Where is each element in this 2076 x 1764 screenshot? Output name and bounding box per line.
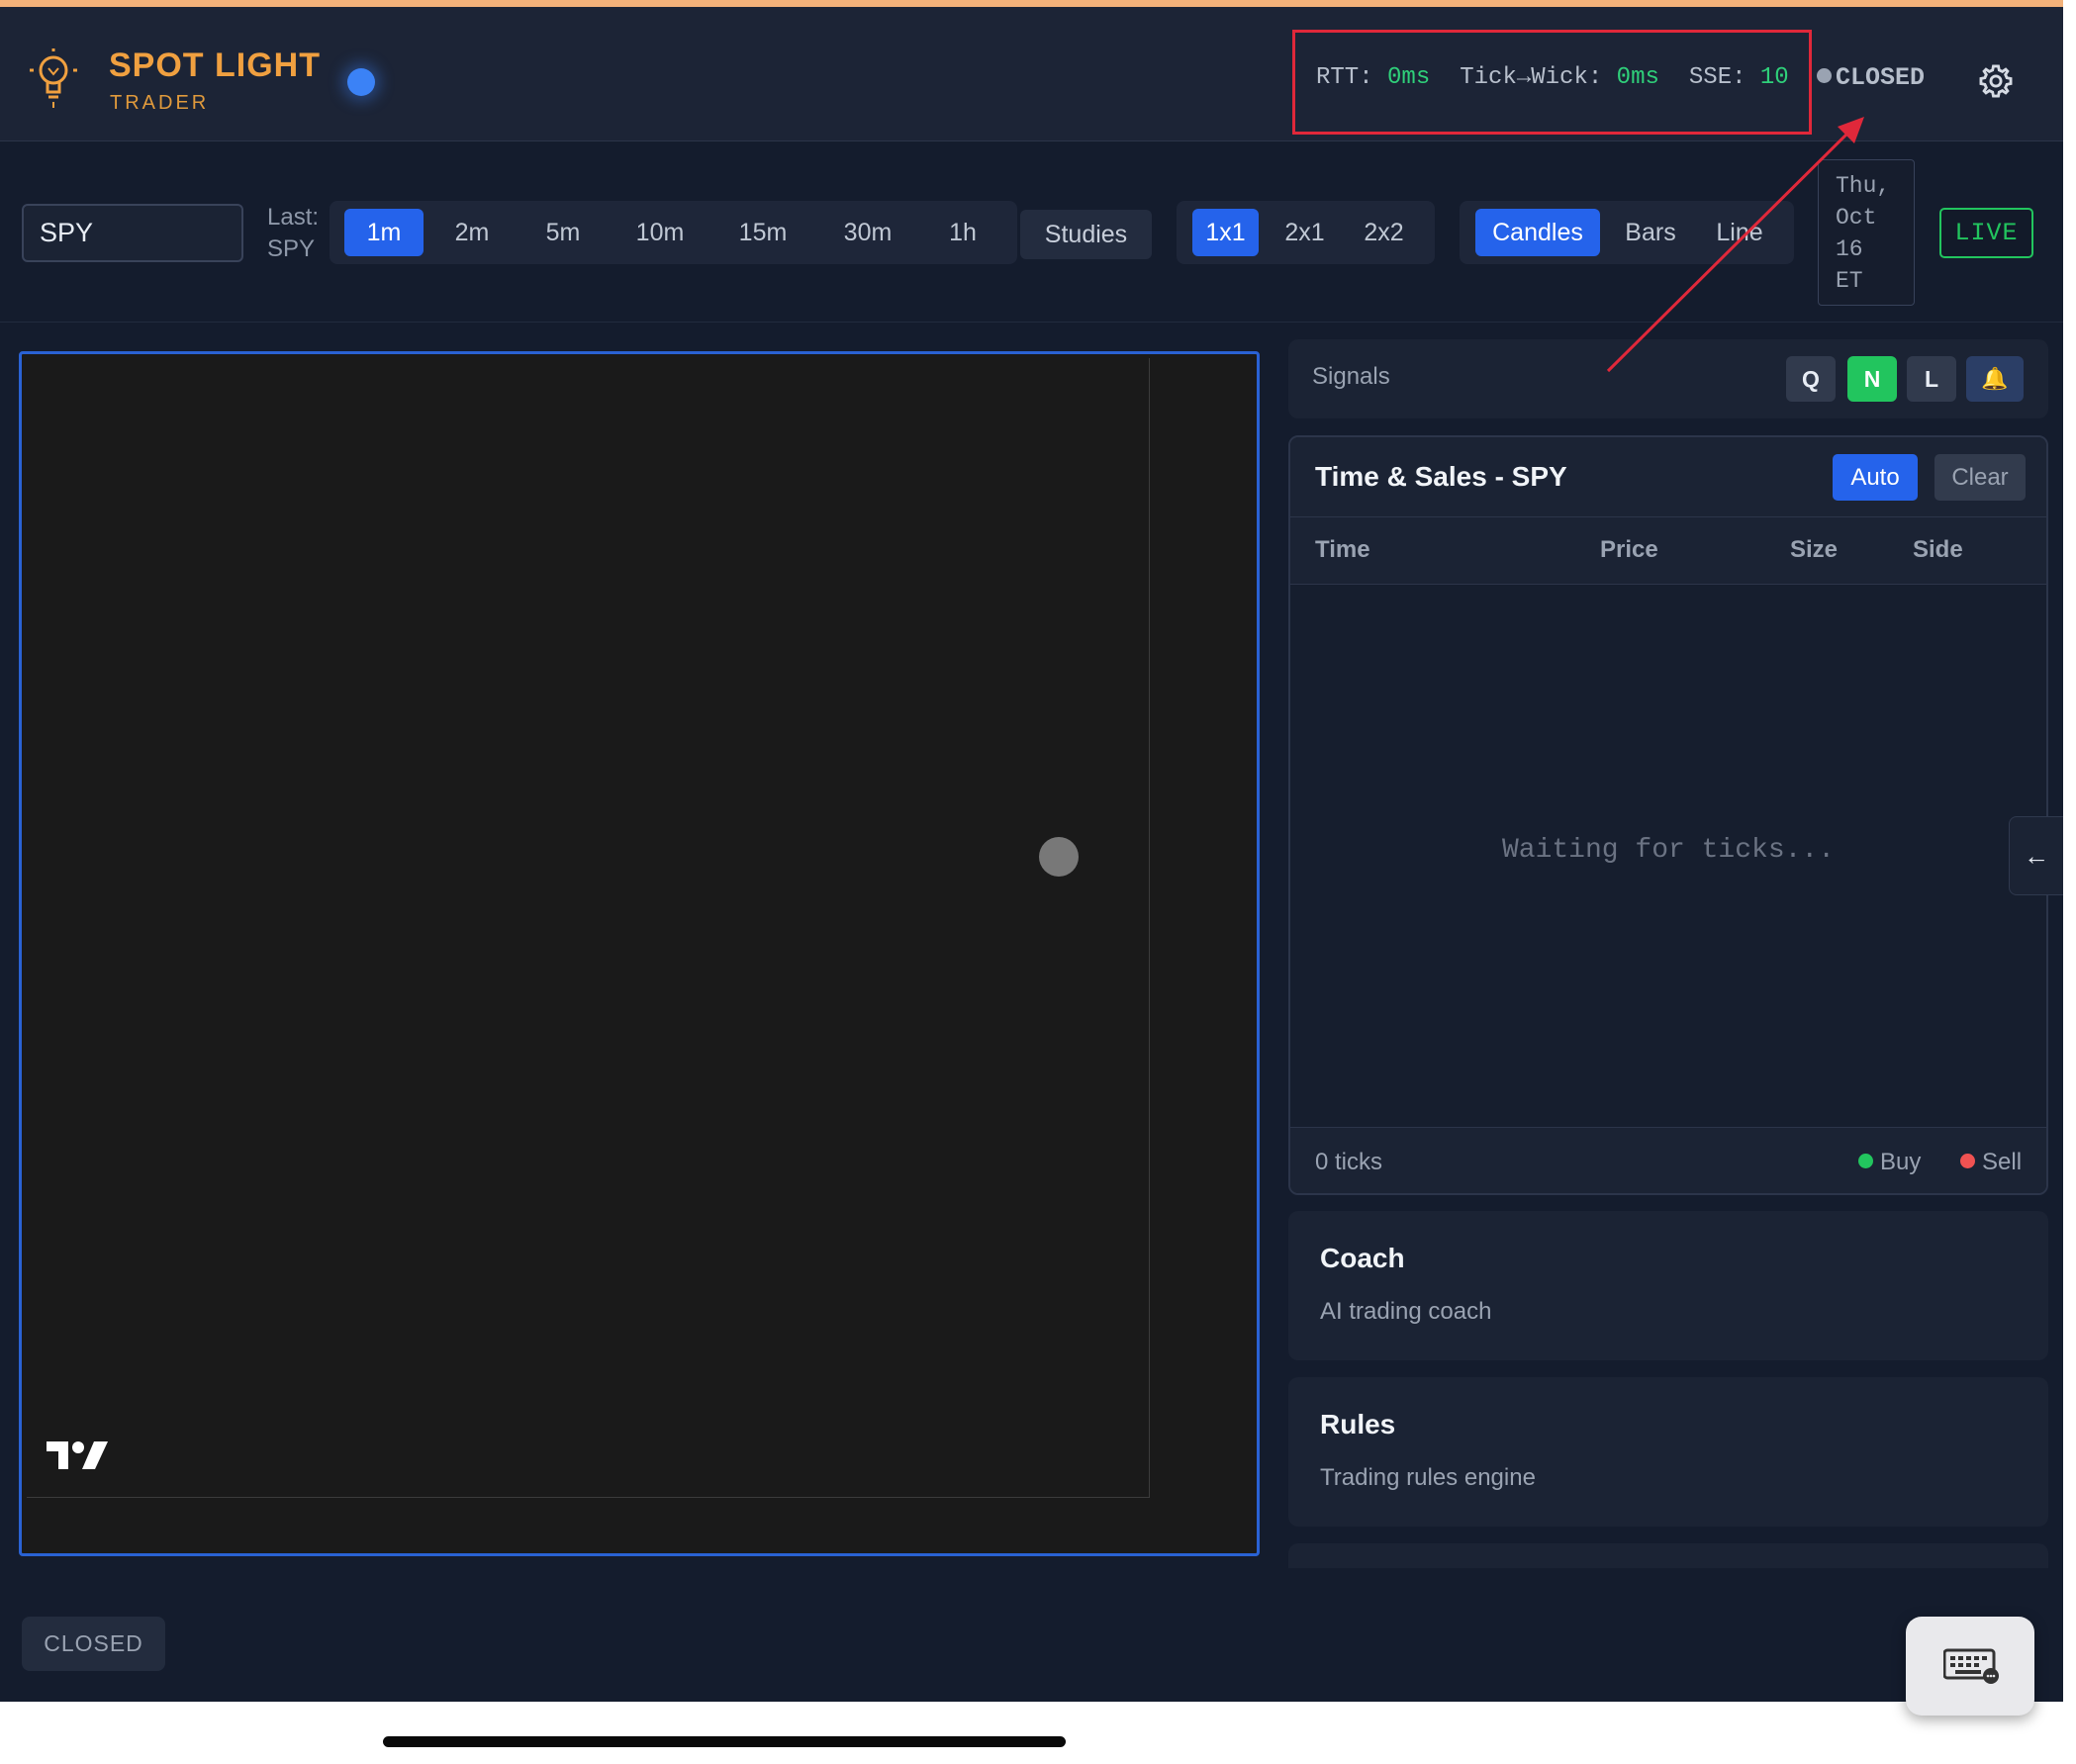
rules-title: Rules bbox=[1320, 1409, 1396, 1439]
layout-selector: 1x1 2x1 2x2 bbox=[1177, 201, 1435, 264]
timeframe-10m[interactable]: 10m bbox=[615, 209, 705, 256]
home-indicator bbox=[383, 1736, 1066, 1747]
top-accent-bar bbox=[0, 0, 2063, 7]
legend-sell-label: Sell bbox=[1982, 1149, 2023, 1175]
stream-status-dot bbox=[347, 68, 375, 96]
signal-q-button[interactable]: Q bbox=[1786, 356, 1836, 402]
column-size: Size bbox=[1790, 536, 1839, 563]
time-and-sales-title: Time & Sales - SPY bbox=[1315, 461, 1567, 492]
timeframe-30m[interactable]: 30m bbox=[823, 209, 912, 256]
coach-title: Coach bbox=[1320, 1243, 1405, 1273]
signal-l-button[interactable]: L bbox=[1907, 356, 1956, 402]
session-date: Thu, Oct 16 ET bbox=[1818, 159, 1915, 306]
coach-description: AI trading coach bbox=[1320, 1298, 1492, 1325]
column-side: Side bbox=[1913, 536, 1963, 563]
tradingview-logo-icon bbox=[47, 1441, 108, 1469]
chart-type-bars[interactable]: Bars bbox=[1611, 209, 1690, 256]
date-line-month: Oct bbox=[1836, 205, 1877, 231]
date-line-timezone: ET bbox=[1836, 268, 1863, 294]
timeframe-selector: 1m 2m 5m 10m 15m 30m 1h bbox=[330, 201, 1017, 264]
chart-loading-dot bbox=[1039, 837, 1079, 877]
connection-status-dot bbox=[1817, 68, 1832, 83]
timeframe-5m[interactable]: 5m bbox=[523, 209, 603, 256]
time-and-sales-columns: Time Price Size Side bbox=[1290, 517, 2046, 585]
studies-button[interactable]: Studies bbox=[1020, 210, 1152, 259]
keyboard-icon bbox=[1943, 1648, 1999, 1684]
rules-description: Trading rules engine bbox=[1320, 1464, 1536, 1491]
legend-sell: Sell bbox=[1960, 1149, 2022, 1176]
signals-label: Signals bbox=[1312, 363, 1390, 390]
brand-title: SPOT LIGHT bbox=[109, 46, 321, 84]
auto-scroll-button[interactable]: Auto bbox=[1833, 454, 1918, 501]
app-window: SPOT LIGHT TRADER RTT: 0ms Tick→Wick: 0ms… bbox=[0, 0, 2063, 1702]
chart-type-candles[interactable]: Candles bbox=[1475, 209, 1600, 256]
chart-type-selector: Candles Bars Line bbox=[1460, 201, 1794, 264]
legend-buy: Buy bbox=[1858, 1149, 1921, 1176]
last-label: Last: bbox=[267, 204, 320, 231]
timeframe-1h[interactable]: 1h bbox=[923, 209, 1002, 256]
buy-dot-icon bbox=[1858, 1154, 1873, 1168]
column-price: Price bbox=[1600, 536, 1658, 563]
collapse-panel-arrow-icon[interactable]: ← bbox=[2009, 816, 2063, 895]
symbol-input[interactable] bbox=[22, 204, 243, 262]
empty-ticks-message: Waiting for ticks... bbox=[1501, 835, 1836, 866]
column-time: Time bbox=[1315, 536, 1370, 563]
tick-count: 0 ticks bbox=[1315, 1149, 1383, 1175]
time-and-sales-footer: 0 ticks Buy Sell bbox=[1290, 1127, 2046, 1193]
lightbulb-logo-icon bbox=[30, 48, 77, 108]
market-status-badge: CLOSED bbox=[22, 1617, 165, 1671]
date-line-weekday: Thu, bbox=[1836, 173, 1891, 199]
timeframe-1m[interactable]: 1m bbox=[344, 209, 424, 256]
next-card-partial bbox=[1288, 1543, 2048, 1568]
signals-bar: Signals Q N L 🔔 bbox=[1288, 339, 2048, 418]
timeframe-2m[interactable]: 2m bbox=[432, 209, 512, 256]
connection-status: CLOSED bbox=[1817, 63, 1925, 92]
layout-1x1[interactable]: 1x1 bbox=[1192, 209, 1259, 256]
chart-plot-area[interactable] bbox=[27, 358, 1150, 1498]
connection-status-label: CLOSED bbox=[1836, 63, 1926, 92]
time-and-sales-header: Time & Sales - SPY Auto Clear bbox=[1290, 437, 2046, 517]
last-price: Last: SPY bbox=[267, 202, 319, 265]
toolbar: Last: SPY 1m 2m 5m 10m 15m 30m 1h Studie… bbox=[0, 142, 2063, 323]
coach-card[interactable]: Coach AI trading coach bbox=[1288, 1211, 2048, 1360]
date-line-day: 16 bbox=[1836, 236, 1863, 262]
rules-card[interactable]: Rules Trading rules engine bbox=[1288, 1377, 2048, 1527]
live-button[interactable]: LIVE bbox=[1939, 208, 2033, 258]
chart-type-line[interactable]: Line bbox=[1700, 209, 1779, 256]
bell-icon[interactable]: 🔔 bbox=[1966, 356, 2024, 402]
layout-2x1[interactable]: 2x1 bbox=[1272, 209, 1338, 256]
signal-n-button[interactable]: N bbox=[1847, 356, 1897, 402]
brand-subtitle: TRADER bbox=[110, 92, 210, 114]
clear-button[interactable]: Clear bbox=[1934, 454, 2026, 501]
layout-2x2[interactable]: 2x2 bbox=[1351, 209, 1417, 256]
keyboard-shortcuts-button[interactable] bbox=[1906, 1617, 2034, 1716]
last-symbol: SPY bbox=[267, 235, 316, 262]
time-and-sales-panel: Time & Sales - SPY Auto Clear Time Price… bbox=[1288, 435, 2048, 1195]
legend-buy-label: Buy bbox=[1880, 1149, 1922, 1175]
timeframe-15m[interactable]: 15m bbox=[718, 209, 807, 256]
annotation-highlight-box bbox=[1292, 30, 1812, 135]
gear-icon[interactable] bbox=[1977, 62, 2015, 100]
chart-panel[interactable] bbox=[19, 351, 1260, 1556]
sell-dot-icon bbox=[1960, 1154, 1975, 1168]
